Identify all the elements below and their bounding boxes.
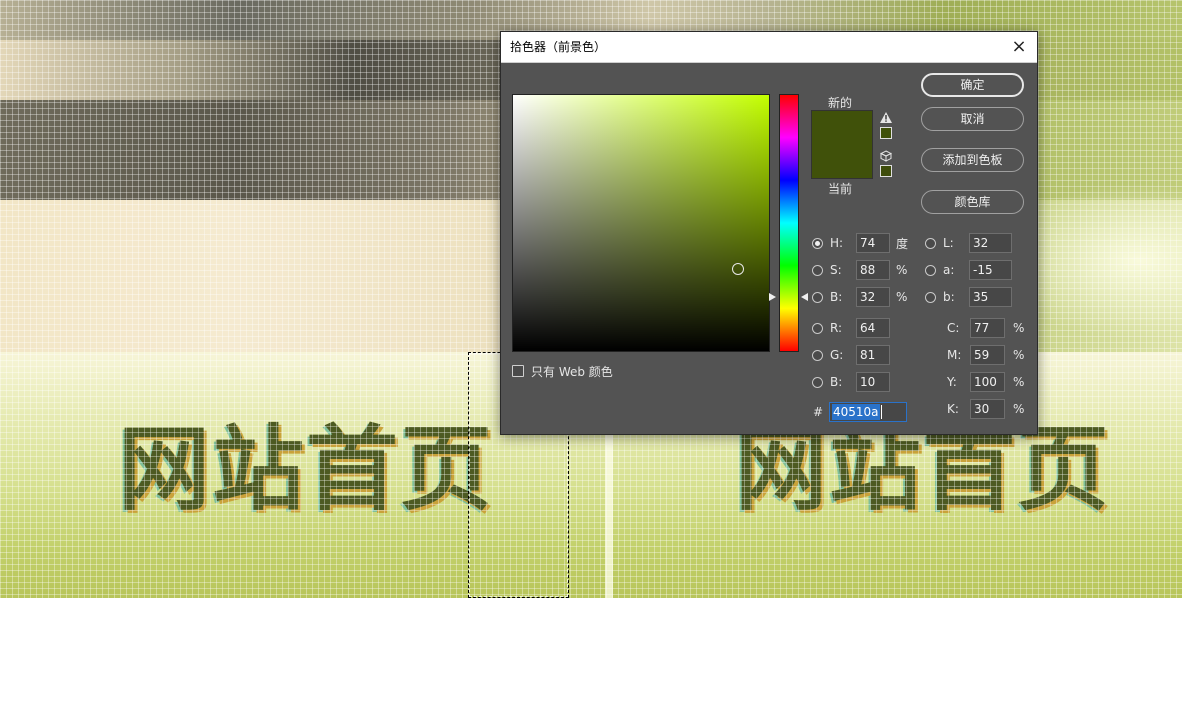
lab-b-row: b: 35: [925, 286, 1012, 308]
m-label: M:: [947, 348, 962, 362]
blue-field[interactable]: 10: [856, 372, 890, 392]
rgb-r-row: R: 64: [812, 317, 890, 339]
hex-field[interactable]: 40510a: [829, 402, 907, 422]
k-field[interactable]: 30: [970, 399, 1005, 419]
hex-row: # 40510a: [813, 401, 907, 423]
current-color-label: 当前: [828, 182, 853, 196]
g-label: G:: [830, 348, 844, 362]
k-unit: %: [1013, 402, 1025, 416]
a-radio[interactable]: [925, 264, 936, 276]
hsb-h-row: H: 74 度: [812, 232, 908, 254]
s-unit: %: [896, 263, 908, 277]
add-to-swatches-button[interactable]: 添加到色板: [921, 148, 1024, 172]
r-label: R:: [830, 321, 843, 335]
r-radio[interactable]: [812, 322, 823, 334]
blue-label: B:: [830, 375, 843, 389]
ok-button[interactable]: 确定: [921, 73, 1024, 97]
color-libraries-button[interactable]: 颜色库: [921, 190, 1024, 214]
c-label: C:: [947, 321, 960, 335]
cmyk-k-row: K: 30 %: [947, 398, 1024, 420]
new-color-swatch: [811, 110, 873, 145]
text-caret: [880, 405, 882, 419]
k-label: K:: [947, 402, 959, 416]
brightness-label: B:: [830, 290, 843, 304]
s-field[interactable]: 88: [856, 260, 890, 280]
a-label: a:: [943, 263, 955, 277]
current-color-swatch[interactable]: [811, 144, 873, 179]
hex-label: #: [813, 405, 824, 419]
h-field[interactable]: 74: [856, 233, 890, 253]
web-colors-only-option[interactable]: 只有 Web 颜色: [512, 362, 613, 380]
lab-b-label: b:: [943, 290, 955, 304]
gamut-color-swatch[interactable]: [880, 127, 892, 139]
c-field[interactable]: 77: [970, 318, 1005, 338]
brightness-unit: %: [896, 290, 908, 304]
y-label: Y:: [947, 375, 957, 389]
dialog-titlebar[interactable]: 拾色器（前景色） ×: [501, 32, 1037, 63]
hsb-s-row: S: 88 %: [812, 259, 907, 281]
a-field[interactable]: -15: [969, 260, 1012, 280]
lab-a-row: a: -15: [925, 259, 1012, 281]
hsb-b-row: B: 32 %: [812, 286, 907, 308]
h-radio[interactable]: [812, 237, 823, 249]
rgb-b-row: B: 10: [812, 371, 890, 393]
hue-slider[interactable]: [779, 94, 799, 352]
l-field[interactable]: 32: [969, 233, 1012, 253]
lab-b-radio[interactable]: [925, 291, 936, 303]
web-colors-only-label: 只有 Web 颜色: [531, 364, 613, 379]
s-radio[interactable]: [812, 264, 823, 276]
color-picker-dialog: 拾色器（前景色） × 只有 Web 颜色 新的 当前 确定 取消 添加到色板 颜…: [500, 31, 1038, 435]
hue-slider-left-arrow-icon[interactable]: [769, 293, 776, 302]
hue-slider-right-arrow-icon[interactable]: [801, 293, 808, 302]
c-unit: %: [1013, 321, 1025, 335]
web-colors-only-checkbox[interactable]: [512, 365, 524, 377]
canvas-title-right: 网站首页: [735, 416, 1112, 523]
r-field[interactable]: 64: [856, 318, 890, 338]
dialog-title: 拾色器（前景色）: [510, 40, 607, 54]
m-field[interactable]: 59: [970, 345, 1005, 365]
brightness-radio[interactable]: [812, 291, 823, 303]
cmyk-m-row: M: 59 %: [947, 344, 1024, 366]
lab-b-field[interactable]: 35: [969, 287, 1012, 307]
y-field[interactable]: 100: [970, 372, 1005, 392]
banner-divider-line: [605, 432, 613, 598]
m-unit: %: [1013, 348, 1025, 362]
s-label: S:: [830, 263, 842, 277]
l-label: L:: [943, 236, 954, 250]
lab-l-row: L: 32: [925, 232, 1012, 254]
g-field[interactable]: 81: [856, 345, 890, 365]
canvas-title-left: 网站首页: [118, 416, 495, 523]
h-label: H:: [830, 236, 844, 250]
g-radio[interactable]: [812, 349, 823, 361]
hex-value: 40510a: [832, 404, 880, 420]
cmyk-c-row: C: 77 %: [947, 317, 1024, 339]
out-of-gamut-warning-icon[interactable]: [880, 112, 892, 123]
web-safe-cube-icon[interactable]: [880, 150, 892, 162]
web-safe-color-swatch[interactable]: [880, 165, 892, 177]
h-unit: 度: [896, 236, 909, 251]
blue-radio[interactable]: [812, 376, 823, 388]
rgb-g-row: G: 81: [812, 344, 890, 366]
new-color-label: 新的: [828, 96, 853, 110]
l-radio[interactable]: [925, 237, 936, 249]
close-icon[interactable]: ×: [1007, 35, 1031, 59]
brightness-field[interactable]: 32: [856, 287, 890, 307]
cmyk-y-row: Y: 100 %: [947, 371, 1024, 393]
y-unit: %: [1013, 375, 1025, 389]
cancel-button[interactable]: 取消: [921, 107, 1024, 131]
saturation-brightness-field[interactable]: [512, 94, 770, 352]
